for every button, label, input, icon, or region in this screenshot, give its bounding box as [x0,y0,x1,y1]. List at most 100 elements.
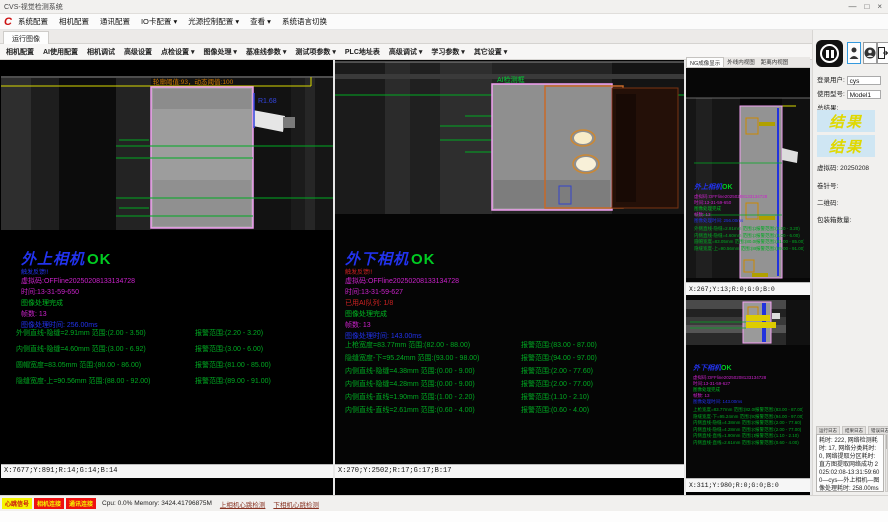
toolbar-item[interactable]: 图像处理 ▾ [203,47,236,57]
box-count-field: 包装箱数量: [817,214,851,224]
pause-icon [820,44,839,63]
app-logo-icon: C [4,16,12,28]
status-badge: 心跳信号 [2,498,32,509]
operator-icon [864,47,876,59]
menu-item[interactable]: IO卡配置 ▾ [141,16,177,27]
thumb-top-panel: 外上相机OK虚拟码:OFFline20250208133134728时间:13-… [686,68,810,295]
menu-item[interactable]: 系统配置 [18,16,48,27]
user-icon [849,46,859,60]
measurement-row: 上枪宽度=83.77mm 范围:(82.00 - 88.00)报警范围:(83.… [345,340,680,353]
frame-line: 帧数: 13 [345,320,459,331]
toolbar-item[interactable]: 点检设置 ▾ [161,47,194,57]
measurement-row: 隐缝宽度-上=90.56mm 范围:(88.00 - 92.00)报警范围:(8… [16,376,328,392]
qr-field: 二维码: [817,197,838,207]
barcode-line: 虚拟码:OFFline20250208133134728 [345,276,459,287]
process-done-line: 图像处理完成 [345,309,459,320]
toolbar-item[interactable]: 学习参数 ▾ [431,47,464,57]
menu-item[interactable]: 通讯配置 [100,16,130,27]
status-badge: 相机连接 [34,498,64,509]
measurement-row: 隐缝宽度-下=95.24mm 范围:(93.00 - 98.00)报警范围:(9… [345,353,680,366]
thumb-tab[interactable]: NG成像显示 [686,57,724,67]
menu-item[interactable]: 系统语言切换 [282,16,327,27]
weld-flame [574,132,592,144]
thumb-bottom-coord-bar: X:311;Y:980;R:0;G:0;B:0 [686,478,810,492]
close-button[interactable]: × [877,0,882,14]
frame-line: 帧数: 13 [21,309,135,320]
maximize-button[interactable]: □ [864,0,869,14]
toolbar-item[interactable]: 相机调试 [87,47,115,57]
highlight-label [746,315,770,321]
minimize-button[interactable]: — [848,0,856,14]
measurement-row: 内侧直线-隐缝=4.60mm 范围:(3.00 - 6.92)报警范围:(3.0… [16,344,328,360]
tab-run-image[interactable]: 运行图像 [3,31,49,44]
ai-queue-line: 已用AI队列: 1/8 [345,298,459,309]
toolbar-item[interactable]: PLC地址表 [345,47,380,57]
sidebar: 登录用户: cys 使用型号: Model1 总结果: 结果 结果 虚拟码: 2… [812,30,888,495]
result-block-2: 结果 [817,135,875,157]
radius-label: R1.68 [258,98,277,105]
operator-button[interactable] [863,42,877,64]
exit-door-icon [878,47,888,59]
toolbar-item[interactable]: 测试项参数 ▾ [295,47,335,57]
connector-blob [772,313,780,319]
thumb-top-coord-bar: X:267;Y:13;R:0;G:0;B:0 [686,282,810,295]
login-user-field: 登录用户: cys [817,74,881,85]
app-window: CVS-视觉检测系统 — □ × C 系统配置相机配置通讯配置IO卡配置 ▾光源… [0,0,888,522]
camera-title: 外上相机OK [21,248,135,269]
measurement-row: 内侧直线-直线=1.90mm 范围:(1.00 - 2.20)报警范围:(1.1… [345,392,680,405]
status-ok: OK [411,251,436,268]
middle-measurements: 上枪宽度=83.77mm 范围:(82.00 - 88.00)报警范围:(83.… [345,340,680,418]
exit-button[interactable] [877,42,888,64]
tiny-label [752,273,768,277]
thumb-bottom-info: 外下相机OK虚拟码:OFFline20250208133134728时间:13-… [693,357,803,446]
status-ok: OK [87,251,112,268]
toolbar-item[interactable]: 高级设置 [124,47,152,57]
toolbar-item[interactable]: 高级调试 ▾ [389,47,422,57]
camera-title: 外下相机OK [345,248,459,269]
highlight-label [746,322,776,328]
toolbar-item[interactable]: 相机配置 [6,47,34,57]
thumb-tab[interactable]: 外线内视图 [724,57,758,67]
status-badge: 通讯连接 [66,498,96,509]
thumb-tab[interactable]: 距离内视图 [758,57,792,67]
thumb-top-info: 外上相机OK虚拟码:OFFline20250208133134728时间:13-… [694,176,804,252]
left-measurements: 外侧直线-隐缝=2.91mm 范围:(2.00 - 3.50)报警范围:(2.2… [16,328,328,392]
needle-field: 卷针号: [817,180,838,190]
measurement-row: 内侧直线-隐缝=4.28mm 范围:(0.00 - 9.00)报警范围:(2.0… [345,379,680,392]
barcode-field: 虚拟码: 20250208 [817,162,869,172]
toolbar-item[interactable]: AI使用配置 [43,47,78,57]
user-mode-button[interactable] [847,42,861,64]
toolbar-item[interactable]: 其它设置 ▾ [474,47,507,57]
measurement-row: 外侧直线-隐缝=2.91mm 范围:(2.00 - 3.50)报警范围:(2.2… [16,328,328,344]
measurement-row: 圆帽宽度=83.05mm 范围:(80.00 - 86.00)报警范围:(81.… [16,360,328,376]
toolbar-item[interactable]: 基准线参数 ▾ [246,47,286,57]
window-title: CVS-视觉检测系统 [4,2,63,12]
login-user-input[interactable]: cys [847,76,881,85]
menu-item[interactable]: 光源控制配置 ▾ [188,16,239,27]
menubar: C 系统配置相机配置通讯配置 IO卡配置 ▾ 光源控制配置 ▾ 查看 ▾ 系统语言切换 [0,14,888,30]
menu-item[interactable]: 查看 ▾ [250,16,271,27]
info-line: 图像处理时间: 143.00ms [693,399,803,405]
cpu-memory-text: Cpu: 0.0% Memory: 3424.41796875M [102,500,212,507]
info-line: 图像处理时间: 256.00ms [694,218,804,224]
tabstrip: 运行图像 [0,30,812,44]
menu-item[interactable]: 相机配置 [59,16,89,27]
measurement-row: 内侧直线-隐缝=4.38mm 范围:(0.00 - 9.00)报警范围:(2.0… [345,366,680,379]
pause-button[interactable] [816,40,843,67]
ai-box-label: AI检测框 [497,75,525,84]
camera-title: 外上相机OK [694,176,804,194]
result-block-1: 结果 [817,110,875,132]
middle-coord-bar: X:270;Y:2502;R:17;G:17;B:17 [335,464,684,478]
left-camera-panel: R1.68 轮廓阈值:93，动态阈值:100 外上相机OK 触发反馈!! 虚拟码… [1,60,333,478]
time-line: 时间:13-31-59-627 [345,287,459,298]
barcode-line: 虚拟码:OFFline20250208133134728 [21,276,135,287]
statusbar: 心跳信号相机连接通讯连接 Cpu: 0.0% Memory: 3424.4179… [0,495,888,511]
titlebar: CVS-视觉检测系统 — □ × [0,0,888,14]
log-box[interactable]: 耗时: 222, 网络检测耗时: 17, 网络分类耗时: 0, 网络提取分区耗时… [816,434,884,492]
measurement-row: 内侧直线-直线=2.61mm 范围:(0.60 - 4.00)报警范围:(0.6… [345,405,680,418]
lower-camera-heartbeat[interactable]: 下相机心跳检测 [273,499,319,509]
model-select[interactable]: Model1 [847,90,881,99]
thumbnail-tabs: NG成像显示外线内视图距离内视图 [686,57,810,68]
upper-camera-heartbeat[interactable]: 上相机心跳检测 [220,499,266,509]
threshold-label: 轮廓阈值:93，动态阈值:100 [153,77,234,86]
